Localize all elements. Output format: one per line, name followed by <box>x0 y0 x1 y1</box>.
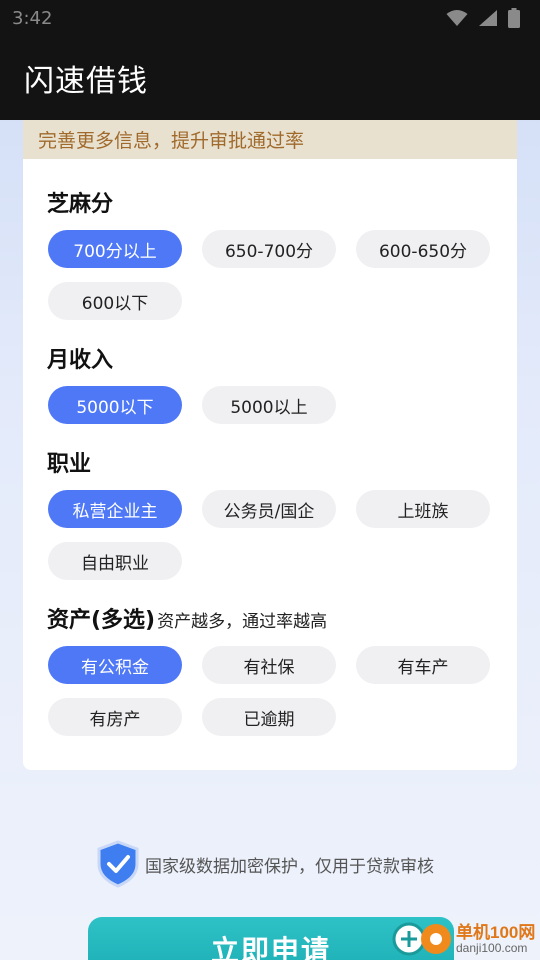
app-title: 闪速借钱 <box>24 64 148 99</box>
income-title-text: 月收入 <box>47 348 114 373</box>
option-income-below-5000[interactable]: 5000以下 <box>48 386 182 424</box>
option-asset-housing-fund[interactable]: 有公积金 <box>48 646 182 684</box>
assets-subtitle-text: 资产越多，通过率越高 <box>157 612 328 632</box>
security-text: 国家级数据加密保护，仅用于贷款审核 <box>145 856 434 877</box>
signal-icon <box>479 10 497 26</box>
section-title-assets: 资产(多选) 资产越多，通过率越高 <box>47 602 327 634</box>
watermark-logo-icon <box>392 918 452 960</box>
form-card: 芝麻分 700分以上 650-700分 600-650分 600以下 月收入 5… <box>23 159 517 770</box>
status-icons <box>446 8 520 28</box>
security-notice: 国家级数据加密保护，仅用于贷款审核 <box>95 840 434 888</box>
option-sesame-650-700[interactable]: 650-700分 <box>202 230 336 268</box>
watermark-url: danji100.com <box>456 940 528 955</box>
apply-button-label: 立即申请 <box>210 934 331 960</box>
section-title-sesame: 芝麻分 <box>47 186 113 218</box>
option-job-freelancer[interactable]: 自由职业 <box>48 542 182 580</box>
section-title-income: 月收入 <box>47 342 113 374</box>
shield-check-icon <box>97 840 139 888</box>
watermark: 单机100网 danji100.com <box>392 918 540 960</box>
option-sesame-below-600[interactable]: 600以下 <box>48 282 182 320</box>
option-sesame-700-plus[interactable]: 700分以上 <box>48 230 182 268</box>
status-bar: 3:42 <box>0 0 540 36</box>
option-asset-house[interactable]: 有房产 <box>48 698 182 736</box>
option-income-above-5000[interactable]: 5000以上 <box>202 386 336 424</box>
notice-text: 完善更多信息，提升审批通过率 <box>38 130 305 152</box>
wifi-icon <box>446 10 468 26</box>
info-notice-banner: 完善更多信息，提升审批通过率 <box>23 120 517 159</box>
app-bar: 闪速借钱 <box>0 36 540 120</box>
watermark-text: 单机100网 danji100.com <box>456 922 536 955</box>
sesame-title-text: 芝麻分 <box>47 192 114 217</box>
battery-icon <box>508 8 520 28</box>
option-job-office-worker[interactable]: 上班族 <box>356 490 490 528</box>
option-job-business-owner[interactable]: 私营企业主 <box>48 490 182 528</box>
watermark-title: 单机100网 <box>456 922 536 942</box>
option-asset-overdue[interactable]: 已逾期 <box>202 698 336 736</box>
assets-title-text: 资产(多选) <box>47 608 156 633</box>
option-asset-social-security[interactable]: 有社保 <box>202 646 336 684</box>
section-title-job: 职业 <box>47 446 91 478</box>
status-time: 3:42 <box>12 7 53 29</box>
option-asset-car[interactable]: 有车产 <box>356 646 490 684</box>
option-sesame-600-650[interactable]: 600-650分 <box>356 230 490 268</box>
option-job-civil-servant[interactable]: 公务员/国企 <box>202 490 336 528</box>
job-title-text: 职业 <box>47 452 92 477</box>
